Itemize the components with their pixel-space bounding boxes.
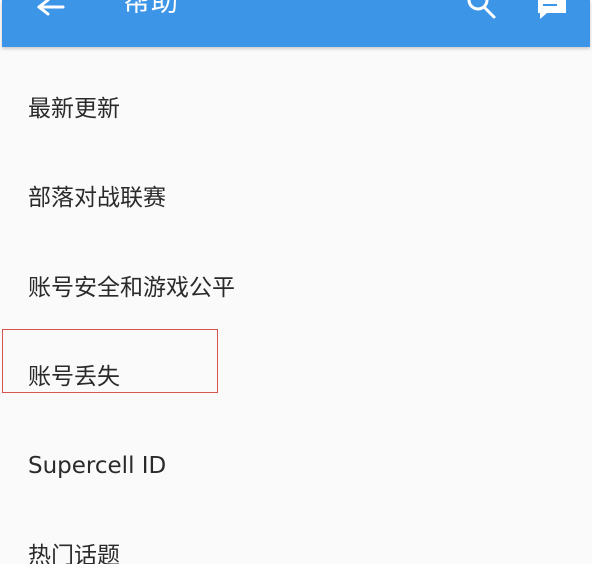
arrow-left-icon	[37, 0, 65, 16]
list-item-account-security[interactable]: 账号安全和游戏公平	[0, 207, 592, 301]
app-bar: 帮助	[2, 0, 590, 47]
list-item-hot-topics[interactable]: 热门话题	[0, 447, 592, 564]
list-item-clan-war-league[interactable]: 部落对战联赛	[0, 127, 592, 211]
back-button[interactable]	[32, 0, 70, 30]
list-item-latest-updates[interactable]: 最新更新	[0, 47, 592, 127]
search-button[interactable]	[464, 0, 500, 30]
help-screen: 帮助 最新更新 部落对战联赛 账号安全和游戏公平 账号丢失 Supercell …	[0, 0, 592, 564]
chat-button[interactable]	[532, 0, 572, 30]
chat-bubble-icon	[538, 0, 566, 19]
list-item-label: 热门话题	[28, 543, 120, 564]
page-title: 帮助	[123, 0, 179, 18]
list-item-label: 最新更新	[28, 96, 120, 122]
search-icon	[467, 0, 496, 19]
list-item-supercell-id[interactable]: Supercell ID	[0, 367, 592, 479]
list-item-lost-account[interactable]: 账号丢失	[0, 287, 592, 390]
